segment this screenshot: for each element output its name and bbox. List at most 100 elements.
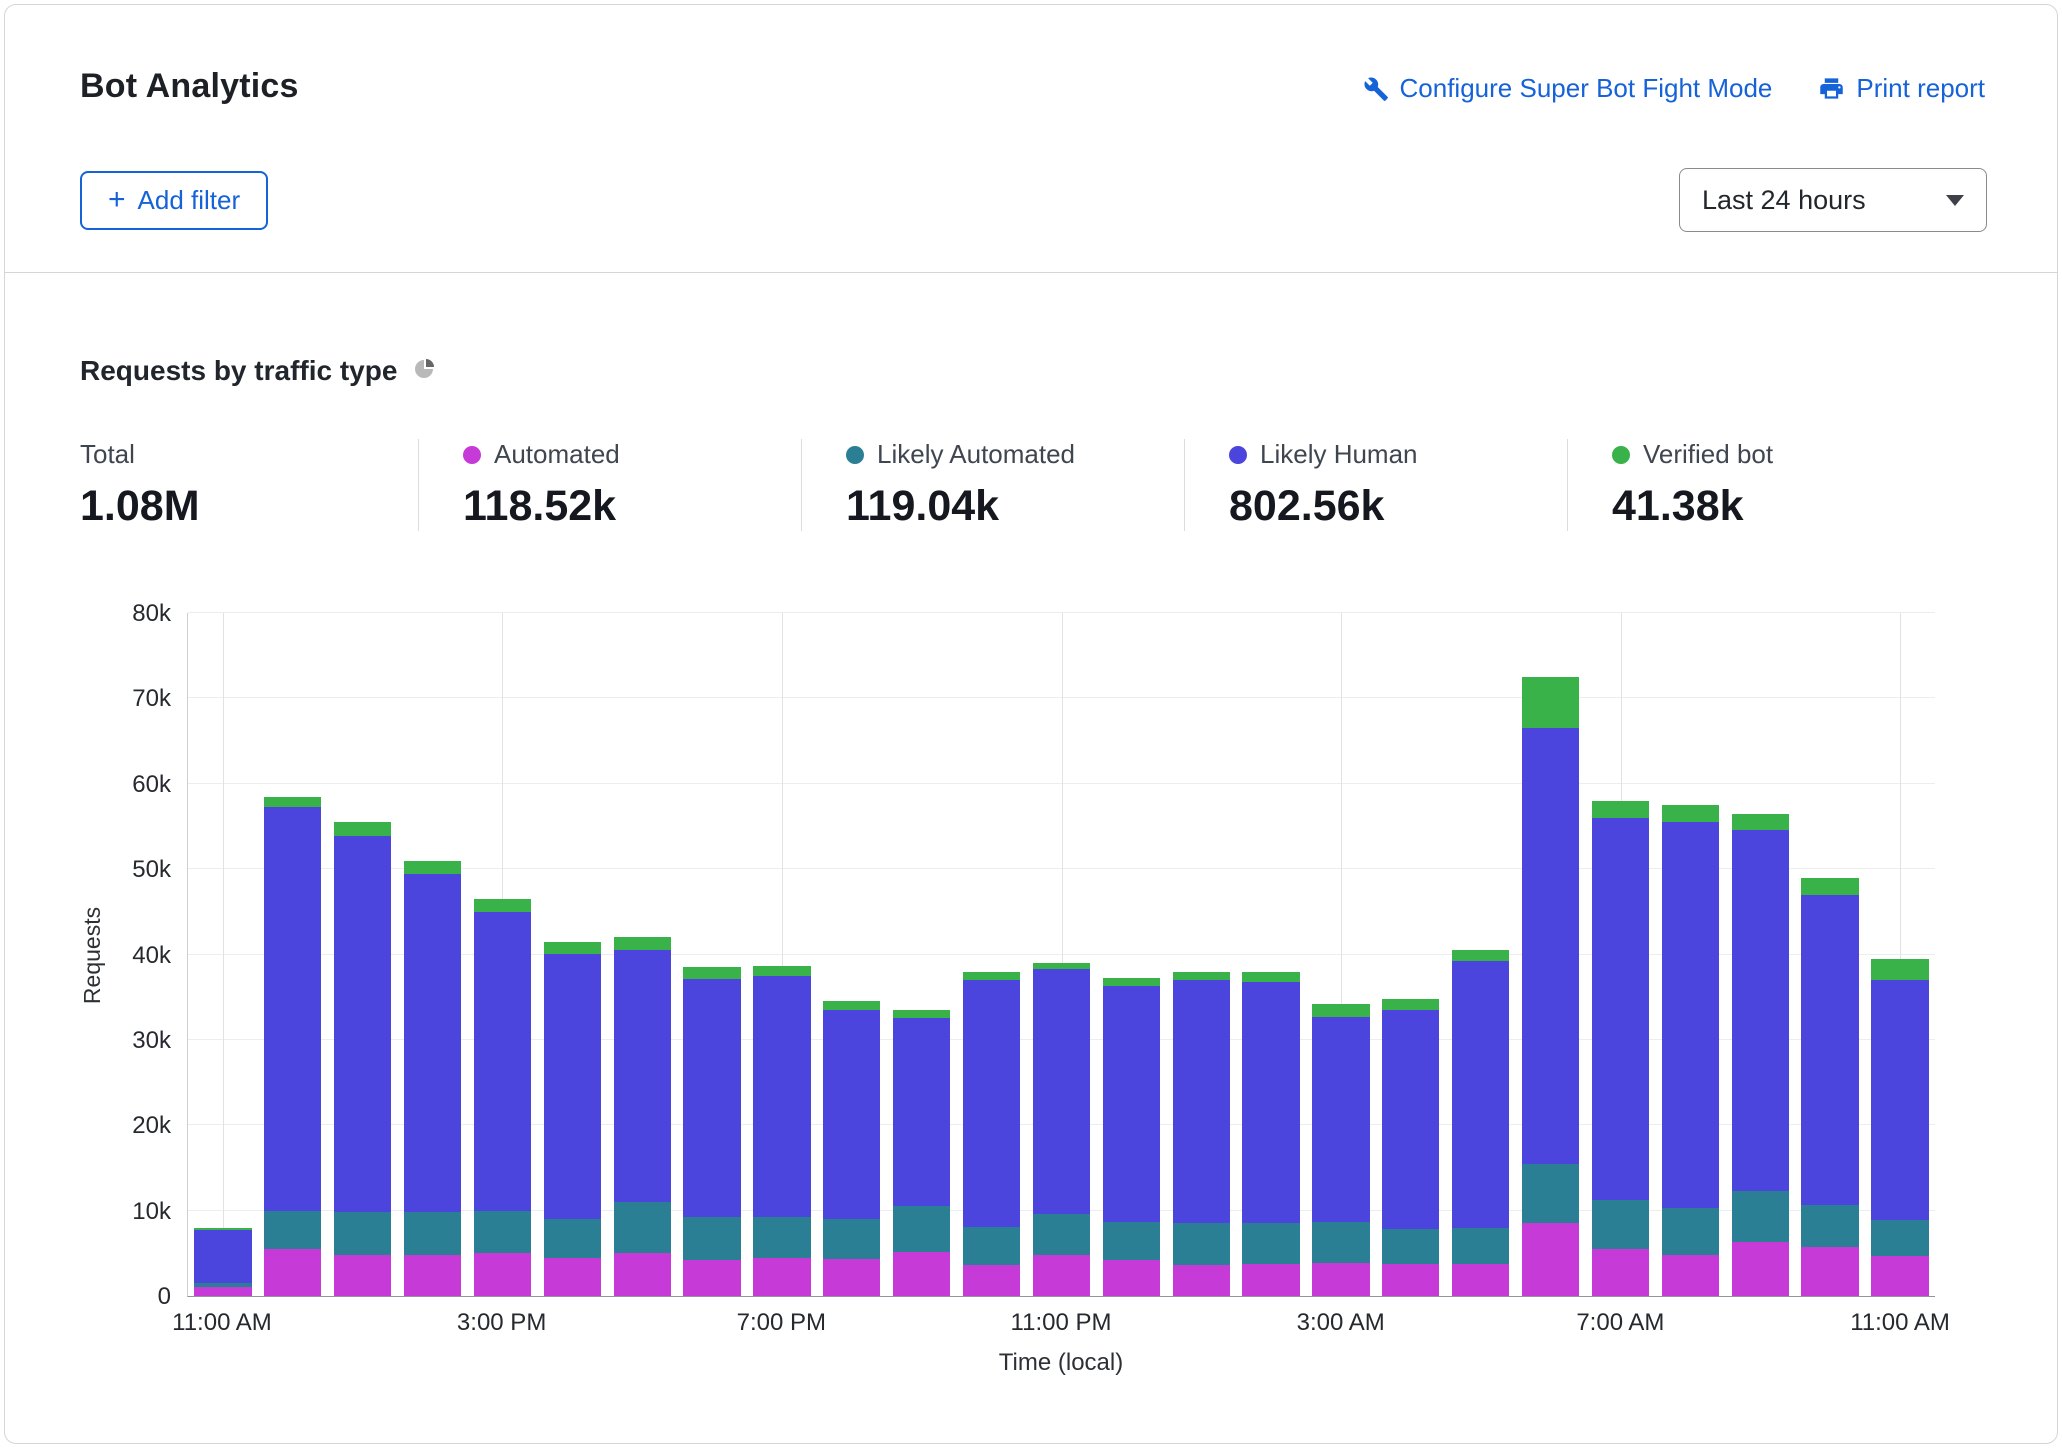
bar-slot — [677, 613, 747, 1296]
bar-segment-likely-human — [1173, 980, 1230, 1222]
bar-segment-verified-bot — [893, 1010, 950, 1018]
bar-segment-likely-automated — [1801, 1205, 1858, 1248]
bar-slot — [1795, 613, 1865, 1296]
bar-segment-automated — [683, 1260, 740, 1296]
x-tick-label: 11:00 PM — [1011, 1309, 1112, 1337]
stacked-bar — [1801, 878, 1858, 1296]
bar-segment-verified-bot — [1592, 801, 1649, 818]
y-tick-label: 0 — [158, 1283, 171, 1311]
stacked-bar — [753, 966, 810, 1296]
bar-slot — [607, 613, 677, 1296]
bar-slot — [537, 613, 607, 1296]
bar-segment-automated — [1592, 1249, 1649, 1296]
bar-segment-likely-automated — [334, 1212, 391, 1255]
section-title: Requests by traffic type — [80, 355, 397, 387]
bar-slot — [1655, 613, 1725, 1296]
bar-segment-automated — [1033, 1255, 1090, 1296]
x-tick-label: 3:00 AM — [1297, 1309, 1385, 1337]
bar-segment-likely-automated — [823, 1219, 880, 1259]
pie-chart-icon — [413, 357, 437, 386]
x-tick-label: 3:00 PM — [457, 1309, 546, 1337]
x-tick-label: 11:00 AM — [172, 1309, 272, 1337]
bar-segment-automated — [1871, 1256, 1928, 1296]
time-range-select[interactable]: Last 24 hours — [1679, 168, 1987, 232]
print-link-label: Print report — [1856, 73, 1985, 104]
y-axis-labels: 010k20k30k40k50k60k70k80k — [111, 613, 187, 1297]
automated-legend-dot — [463, 446, 481, 464]
stat-verified-bot-value: 41.38k — [1612, 482, 1950, 531]
bar-segment-likely-automated — [1242, 1223, 1299, 1263]
bar-segment-automated — [1173, 1265, 1230, 1296]
bar-segment-likely-automated — [1312, 1222, 1369, 1263]
stat-automated-value: 118.52k — [463, 482, 801, 531]
bar-segment-verified-bot — [683, 967, 740, 979]
bar-segment-likely-human — [823, 1010, 880, 1219]
bar-slot — [887, 613, 957, 1296]
bar-segment-likely-human — [1382, 1010, 1439, 1229]
bar-segment-automated — [963, 1265, 1020, 1296]
likely-automated-legend-dot — [846, 446, 864, 464]
bar-segment-likely-automated — [1592, 1200, 1649, 1250]
add-filter-button[interactable]: + Add filter — [80, 171, 268, 230]
bar-segment-likely-automated — [1732, 1191, 1789, 1242]
bar-slot — [328, 613, 398, 1296]
bar-segment-likely-automated — [1452, 1228, 1509, 1264]
bar-segment-automated — [753, 1258, 810, 1296]
bar-segment-likely-human — [1732, 830, 1789, 1191]
print-report-link[interactable]: Print report — [1818, 73, 1985, 104]
stacked-bar — [474, 899, 531, 1296]
stat-total: Total 1.08M — [80, 439, 418, 531]
stat-automated-label: Automated — [494, 439, 620, 470]
stacked-bar — [963, 972, 1020, 1296]
header: Bot Analytics Configure Super Bot Fight … — [5, 5, 2057, 106]
y-tick-label: 60k — [132, 771, 171, 799]
bar-segment-verified-bot — [1173, 972, 1230, 981]
stat-total-value: 1.08M — [80, 482, 418, 531]
bar-segment-likely-automated — [1871, 1220, 1928, 1256]
bar-slot — [817, 613, 887, 1296]
bar-slot — [258, 613, 328, 1296]
stacked-bar — [1522, 677, 1579, 1296]
stat-likely-human-label: Likely Human — [1260, 439, 1418, 470]
configure-super-bot-fight-mode-link[interactable]: Configure Super Bot Fight Mode — [1363, 73, 1773, 104]
bar-slot — [1376, 613, 1446, 1296]
bar-segment-automated — [1522, 1223, 1579, 1296]
bar-segment-likely-human — [264, 807, 321, 1211]
bar-segment-likely-human — [1242, 982, 1299, 1224]
x-tick-label: 7:00 PM — [737, 1309, 826, 1337]
stacked-bar — [404, 861, 461, 1296]
stacked-bar — [1732, 814, 1789, 1296]
stat-likely-human-value: 802.56k — [1229, 482, 1567, 531]
y-tick-label: 70k — [132, 685, 171, 713]
stacked-bar — [194, 1228, 251, 1296]
bar-slot — [1725, 613, 1795, 1296]
bar-slot — [1166, 613, 1236, 1296]
y-tick-label: 30k — [132, 1027, 171, 1055]
bar-segment-automated — [1801, 1247, 1858, 1296]
bar-segment-automated — [1103, 1260, 1160, 1296]
header-links: Configure Super Bot Fight Mode Print rep… — [1363, 67, 1985, 104]
bar-segment-likely-automated — [753, 1217, 810, 1257]
y-axis-title: Requests — [75, 613, 111, 1297]
bar-slot — [957, 613, 1027, 1296]
stacked-bar — [823, 1001, 880, 1296]
bar-segment-automated — [404, 1255, 461, 1296]
bar-segment-verified-bot — [1801, 878, 1858, 895]
x-axis-title: Time (local) — [187, 1349, 1935, 1377]
bar-segment-verified-bot — [1871, 959, 1928, 980]
bar-slot — [1516, 613, 1586, 1296]
bar-segment-automated — [194, 1287, 251, 1296]
wrench-icon — [1363, 76, 1389, 102]
bar-segment-likely-automated — [1173, 1223, 1230, 1266]
bar-segment-automated — [1382, 1264, 1439, 1296]
stacked-bar — [1242, 972, 1299, 1296]
bar-segment-likely-human — [1033, 969, 1090, 1214]
section-header: Requests by traffic type — [80, 355, 1982, 387]
bar-segment-likely-human — [1662, 822, 1719, 1208]
stat-likely-automated: Likely Automated 119.04k — [801, 439, 1184, 531]
bar-segment-likely-automated — [544, 1219, 601, 1257]
stat-total-label: Total — [80, 439, 135, 470]
bar-segment-likely-human — [753, 976, 810, 1218]
stat-verified-bot-label: Verified bot — [1643, 439, 1773, 470]
printer-icon — [1818, 75, 1845, 102]
